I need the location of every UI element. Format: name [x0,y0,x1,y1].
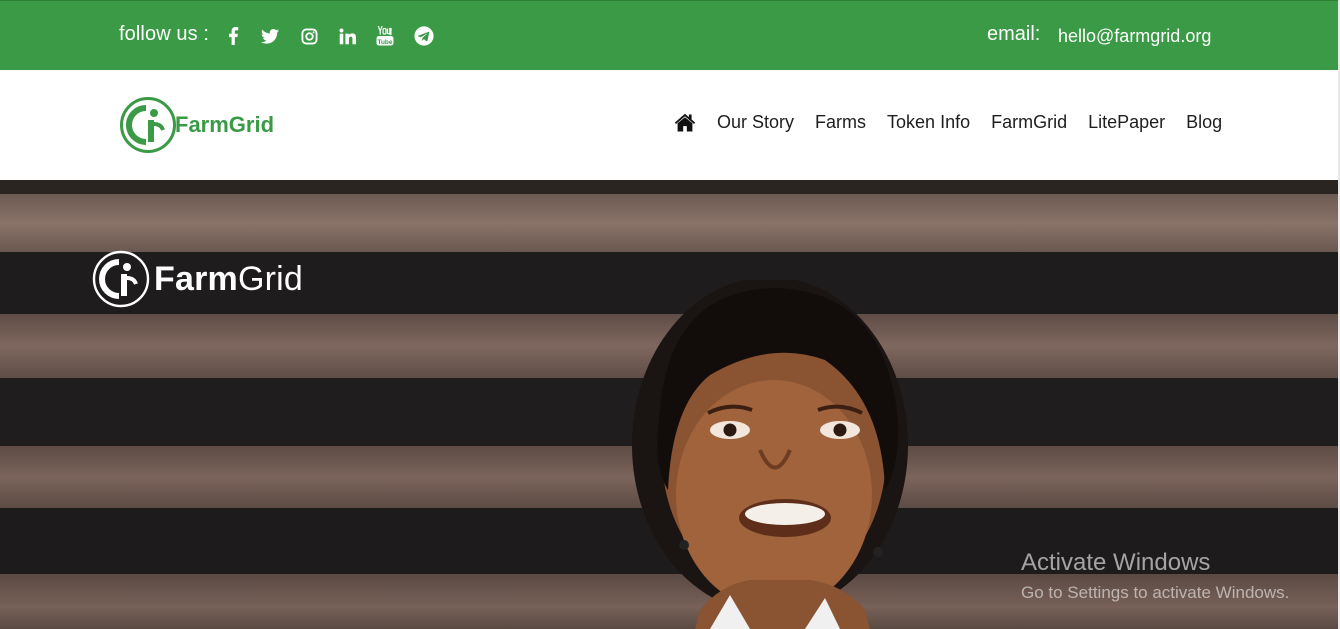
hero-logo: FarmGrid [92,250,303,308]
email-label: email: [987,23,1041,45]
nav-item-farms[interactable]: Farms [815,112,866,133]
youtube-icon[interactable]: Tube [375,26,395,46]
site-logo[interactable]: FarmGrid [119,96,274,154]
background-stripe [0,194,1338,252]
farmgrid-logo-icon [120,97,176,153]
home-icon[interactable] [674,113,696,133]
instagram-icon[interactable] [299,26,319,46]
farmgrid-logo-icon [92,250,150,308]
main-nav: Our Story Farms Token Info FarmGrid Lite… [674,112,1222,133]
nav-item-litepaper[interactable]: LitePaper [1088,112,1165,133]
hero-logo-text: FarmGrid [154,259,303,298]
site-header: FarmGrid Our Story Farms Token Info Farm… [0,70,1338,180]
logo-text: FarmGrid [175,111,275,137]
follow-us-label: follow us : [119,23,210,45]
facebook-icon[interactable] [224,26,244,46]
speaker-person [632,280,908,629]
nav-item-token-info[interactable]: Token Info [887,112,970,133]
telegram-icon[interactable] [414,26,434,46]
linkedin-icon[interactable] [337,26,357,46]
email-link[interactable]: hello@farmgrid.org [1058,26,1211,47]
nav-item-farmgrid[interactable]: FarmGrid [991,112,1067,133]
svg-text:Tube: Tube [377,39,392,46]
top-bar: follow us : Tube email: hello@farmgrid.o… [0,0,1338,70]
activate-windows-subtitle: Go to Settings to activate Windows. [1021,583,1290,602]
activate-windows-title: Activate Windows [1021,549,1211,576]
nav-item-blog[interactable]: Blog [1186,112,1222,133]
nav-item-our-story[interactable]: Our Story [717,112,794,133]
twitter-icon[interactable] [260,26,280,46]
